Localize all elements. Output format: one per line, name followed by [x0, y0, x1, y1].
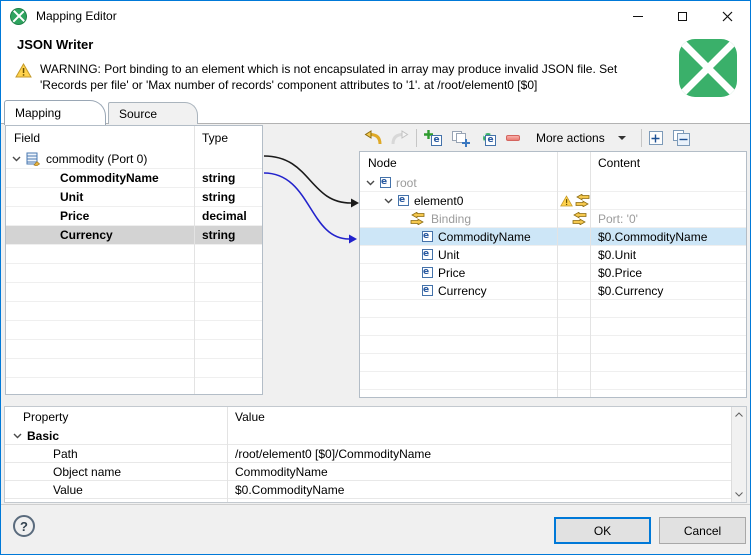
empty-row [6, 283, 262, 302]
property-group-basic[interactable]: Basic [5, 427, 746, 445]
empty-row [6, 245, 262, 264]
mapping-editor-dialog: Mapping Editor JSON Writer WARNING: Port… [0, 0, 751, 555]
cancel-button[interactable]: Cancel [659, 517, 746, 544]
expand-all-button[interactable] [648, 131, 663, 145]
warning-icon [15, 63, 32, 78]
table-row-field[interactable]: CommodityName string [6, 169, 262, 188]
node-column-header: Node [368, 156, 397, 170]
table-row-node-selected[interactable]: e CommodityName $0.CommodityName [360, 228, 746, 246]
table-row-node-element0[interactable]: e element0 [360, 192, 746, 210]
maximize-icon [678, 11, 687, 21]
chevron-down-icon[interactable] [384, 198, 393, 204]
property-table: Property Value Basic Path /root/element0… [4, 406, 747, 503]
empty-row [6, 264, 262, 283]
close-icon [722, 11, 733, 21]
field-column-header: Field [14, 131, 41, 145]
chevron-down-icon[interactable] [366, 180, 375, 186]
warning-text: WARNING: Port binding to an element whic… [40, 62, 618, 92]
property-column-header: Property [23, 410, 69, 424]
element-icon: e [380, 177, 391, 188]
clover-app-icon [10, 7, 27, 25]
dropdown-caret-icon [617, 136, 626, 140]
input-field-table: Field Type commodity (Port 0) CommodityN… [5, 125, 263, 395]
undo-icon [364, 130, 382, 145]
property-row[interactable]: Value $0.CommodityName [5, 481, 746, 499]
empty-row [360, 354, 746, 372]
table-row-node[interactable]: e Price $0.Price [360, 264, 746, 282]
table-row-port-record[interactable]: commodity (Port 0) [6, 150, 262, 169]
tab-mapping[interactable]: Mapping [4, 100, 106, 125]
window-title: Mapping Editor [36, 9, 117, 23]
plus-icon [462, 138, 470, 147]
table-row-field-selected[interactable]: Currency string [6, 226, 262, 245]
empty-row [360, 318, 746, 336]
redo-button[interactable] [389, 130, 409, 146]
remove-button[interactable] [506, 135, 520, 141]
element-icon: e [398, 195, 409, 206]
empty-row [6, 359, 262, 378]
property-row[interactable]: Object name CommodityName [5, 463, 746, 481]
collapse-all-button[interactable] [672, 129, 691, 147]
table-row-field[interactable]: Unit string [6, 188, 262, 207]
record-icon [26, 152, 41, 166]
element-icon: e [422, 231, 433, 242]
scrollbar-vertical[interactable] [731, 407, 746, 502]
element-icon: e [422, 285, 433, 296]
content-column-header: Content [598, 156, 641, 170]
warning-banner: WARNING: Port binding to an element whic… [15, 61, 654, 93]
remove-icon [506, 135, 520, 141]
close-button[interactable] [705, 1, 750, 31]
more-actions-button[interactable]: More actions [526, 129, 634, 147]
empty-row [360, 372, 746, 390]
element-icon: e [422, 267, 433, 278]
element-icon: e [431, 134, 442, 146]
empty-row [6, 321, 262, 340]
undo-button[interactable] [364, 130, 384, 146]
value-column-header: Value [235, 410, 265, 424]
maximize-button[interactable] [660, 1, 705, 31]
empty-row [360, 300, 746, 318]
empty-row [6, 340, 262, 359]
element-icon: e [422, 249, 433, 260]
table-row-node[interactable]: e Currency $0.Currency [360, 282, 746, 300]
binding-icon [572, 212, 587, 225]
table-row-node[interactable]: e Unit $0.Unit [360, 246, 746, 264]
minimize-button[interactable] [615, 1, 660, 31]
add-element-button[interactable]: e [424, 129, 443, 147]
empty-row [6, 378, 262, 394]
minimize-icon [632, 15, 643, 17]
table-row-binding[interactable]: Binding Port: '0' [360, 210, 746, 228]
scroll-down-button[interactable] [732, 487, 747, 502]
add-attribute-button[interactable] [451, 130, 470, 147]
table-row-node-root[interactable]: e root [360, 174, 746, 192]
empty-row [360, 390, 746, 397]
redo-icon [391, 130, 409, 145]
expand-all-icon [648, 131, 663, 145]
chevron-down-icon[interactable] [13, 433, 22, 439]
type-column-header: Type [202, 131, 229, 145]
tab-source[interactable]: Source [108, 102, 198, 124]
table-row-field[interactable]: Price decimal [6, 207, 262, 226]
output-node-table: Node Content e root e element0 Binding P… [359, 151, 747, 398]
binding-icon [410, 212, 425, 225]
ok-button[interactable]: OK [554, 517, 651, 544]
warning-icon [560, 194, 573, 206]
page-title: JSON Writer [17, 37, 94, 52]
clover-logo-icon [679, 39, 737, 97]
add-wildcard-element-button[interactable]: e [478, 130, 497, 147]
mapping-toolbar: e e More actions [359, 125, 747, 151]
help-button[interactable]: ? [13, 515, 35, 537]
property-row[interactable]: Path /root/element0 [$0]/CommodityName [5, 445, 746, 463]
empty-row [6, 302, 262, 321]
titlebar: Mapping Editor [1, 1, 750, 31]
empty-row [360, 336, 746, 354]
binding-icon [575, 194, 590, 207]
scroll-up-button[interactable] [732, 407, 747, 422]
chevron-down-icon[interactable] [12, 156, 21, 162]
